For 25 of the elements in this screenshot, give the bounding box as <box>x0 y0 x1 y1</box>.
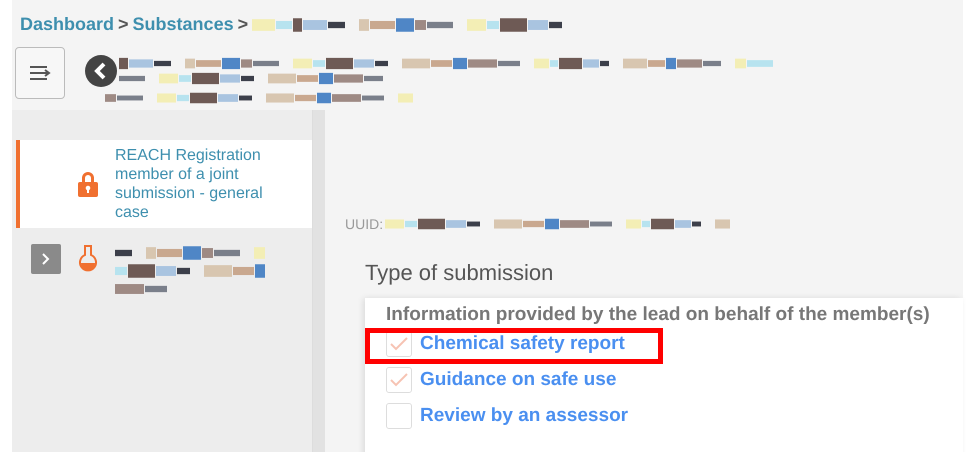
checkbox-label[interactable]: Review by an assessor <box>420 405 628 427</box>
checkbox-label[interactable]: Chemical safety report <box>420 333 625 355</box>
checkbox[interactable] <box>386 367 412 393</box>
back-icon[interactable] <box>85 55 117 87</box>
checkbox[interactable] <box>386 403 412 429</box>
check-icon <box>390 373 408 387</box>
checkbox-label[interactable]: Guidance on safe use <box>420 369 616 391</box>
breadcrumb-link[interactable]: Dashboard <box>20 14 114 35</box>
lock-icon <box>77 171 99 197</box>
menu-button[interactable] <box>15 47 65 99</box>
scrollbar[interactable] <box>312 110 325 452</box>
breadcrumb-separator: > <box>238 14 248 35</box>
sidebar-item[interactable]: REACH Registration member of a joint submission - general case <box>16 140 312 228</box>
check-icon <box>390 337 408 351</box>
panel-title: Information provided by the lead on behalf of the member(s) <box>386 304 931 326</box>
menu-icon <box>29 65 51 81</box>
chevron-icon <box>42 253 50 265</box>
expand-button[interactable] <box>31 244 61 274</box>
breadcrumb-link[interactable]: Substances <box>132 14 234 35</box>
breadcrumb-separator: > <box>118 14 129 35</box>
uuid-label: UUID: <box>345 216 384 232</box>
section-heading: Type of submission <box>365 260 554 286</box>
flask-icon <box>78 244 98 272</box>
checkbox[interactable] <box>386 331 412 357</box>
sidebar-item-label: REACH Registration member of a joint submission - general case <box>115 146 264 222</box>
